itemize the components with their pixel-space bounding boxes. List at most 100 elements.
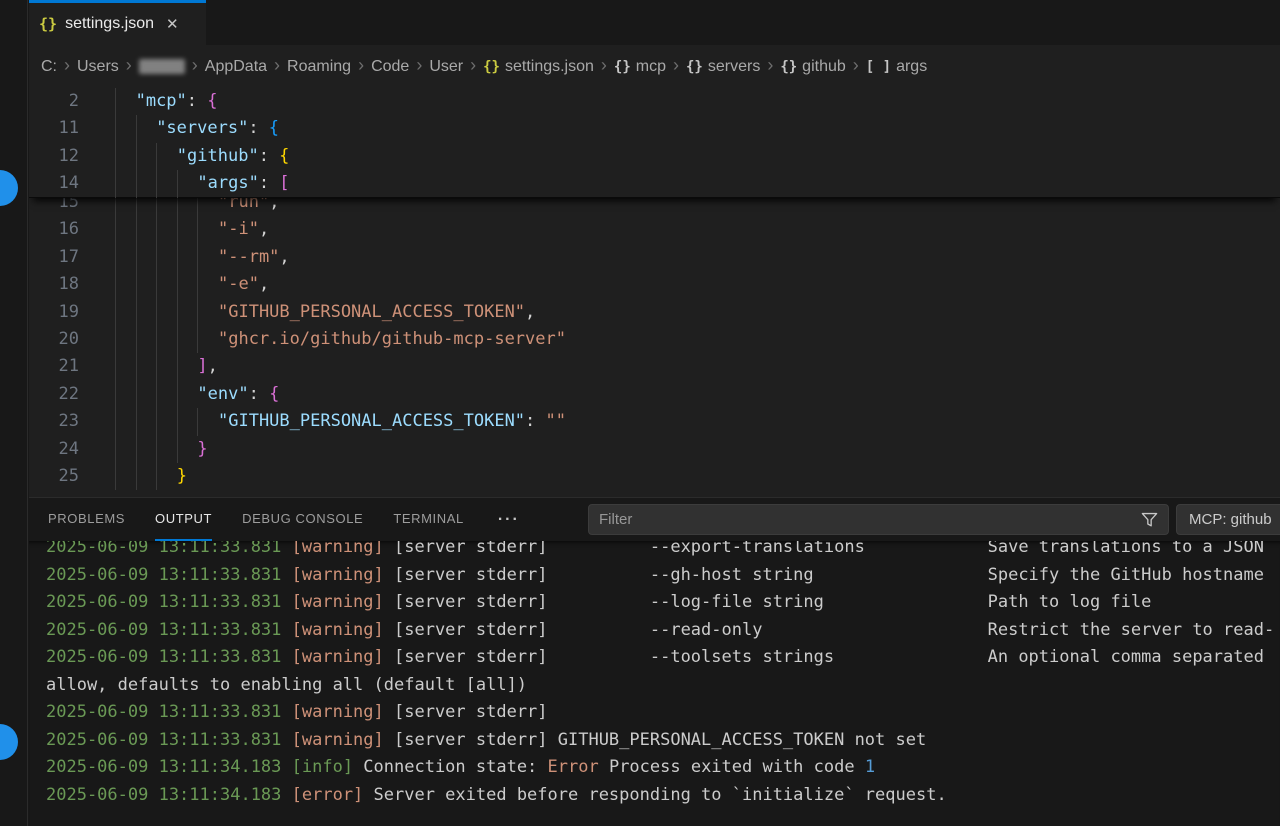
sticky-scroll[interactable]: 2"mcp": {11 "servers": {12"github": {14"a… — [29, 88, 1280, 198]
log-line: 2025-06-09 13:11:33.831 [warning] [serve… — [46, 617, 1280, 645]
token: , — [208, 356, 218, 376]
indent-guide — [156, 436, 157, 463]
token: "GITHUB_PERSONAL_ACCESS_TOKEN" — [218, 411, 525, 431]
code-line[interactable]: 11 "servers": { — [29, 115, 1280, 142]
indent-guide — [115, 244, 116, 271]
indent-guide — [177, 326, 178, 353]
log-segment: [warning] — [292, 702, 394, 722]
code-line[interactable]: 19"GITHUB_PERSONAL_ACCESS_TOKEN", — [29, 299, 1280, 326]
indent-guide — [177, 170, 178, 197]
indent-guide — [156, 170, 157, 197]
log-line: 2025-06-09 13:11:33.831 [warning] [serve… — [46, 727, 1280, 755]
token: "ghcr.io/github/github-mcp-server" — [218, 329, 566, 349]
panel-tab-debug-console[interactable]: DEBUG CONSOLE — [242, 498, 363, 541]
token: { — [269, 118, 279, 138]
token: } — [197, 439, 207, 459]
log-segment: Process exited with code — [599, 757, 865, 777]
code-line[interactable]: 16 "-i", — [29, 216, 1280, 243]
panel-tab-terminal[interactable]: TERMINAL — [393, 498, 464, 541]
log-segment: [info] — [292, 757, 364, 777]
token: , — [259, 219, 269, 239]
token: "-i" — [218, 219, 259, 239]
log-line: allow, defaults to enabling all (default… — [46, 672, 1280, 700]
more-actions-icon[interactable]: ··· — [498, 511, 520, 529]
code-line[interactable]: 17"--rm", — [29, 244, 1280, 271]
editor-pane[interactable]: C:›Users››AppData›Roaming›Code›User›{}se… — [29, 45, 1280, 497]
line-number: 12 — [29, 143, 79, 170]
token: : — [259, 173, 279, 193]
line-number: 25 — [29, 463, 79, 490]
code-text: "GITHUB_PERSONAL_ACCESS_TOKEN": "" — [218, 408, 566, 435]
code-text: "args": [ — [197, 170, 289, 197]
token: "mcp" — [136, 91, 187, 111]
indent-guide — [177, 271, 178, 298]
indent-guide — [136, 216, 137, 243]
token: { — [207, 91, 217, 111]
indent-guide — [156, 381, 157, 408]
code-text: "servers": { — [156, 115, 279, 142]
panel-tab-problems[interactable]: PROBLEMS — [48, 498, 125, 541]
panel-header: PROBLEMS OUTPUT DEBUG CONSOLE TERMINAL ··· M… — [29, 498, 1280, 541]
output-channel-label: MCP: github — [1189, 511, 1272, 528]
line-number: 16 — [29, 216, 79, 243]
indent-guide — [136, 115, 137, 142]
code-line[interactable]: 12"github": { — [29, 143, 1280, 170]
code-line[interactable]: 22"env": { — [29, 381, 1280, 408]
token: { — [279, 146, 289, 166]
log-segment: allow, defaults to enabling all (default… — [46, 675, 527, 695]
output-log[interactable]: 2025-06-09 13:11:33.831 [warning] [serve… — [29, 541, 1280, 826]
code-text: "GITHUB_PERSONAL_ACCESS_TOKEN", — [218, 299, 535, 326]
code-text: "-i", — [218, 216, 269, 243]
indent-guide — [197, 326, 198, 353]
indent-guide — [177, 408, 178, 435]
code-line[interactable]: 20"ghcr.io/github/github-mcp-server" — [29, 326, 1280, 353]
tab-settings-json[interactable]: {} settings.json ✕ — [29, 0, 206, 45]
log-segment: [error] — [292, 785, 374, 805]
code-line[interactable]: 2"mcp": { — [29, 88, 1280, 115]
notification-dot-bottom — [0, 724, 18, 760]
code-line[interactable]: 14"args": [ — [29, 170, 1280, 197]
filter-icon[interactable] — [1140, 510, 1159, 529]
log-segment: Error — [548, 757, 599, 777]
log-segment: [warning] — [292, 541, 394, 557]
indent-guide — [115, 271, 116, 298]
indent-guide — [156, 271, 157, 298]
log-segment: 2025-06-09 13:11:33.831 — [46, 565, 292, 585]
log-line: 2025-06-09 13:11:33.831 [warning] [serve… — [46, 541, 1280, 562]
log-line: 2025-06-09 13:11:34.183 [error] Server e… — [46, 782, 1280, 810]
log-segment: [server stderr] --log-file string Path t… — [394, 592, 1151, 612]
output-filter-input[interactable] — [589, 511, 1140, 528]
indent-guide — [115, 115, 116, 142]
code-line[interactable]: 23"GITHUB_PERSONAL_ACCESS_TOKEN": "" — [29, 408, 1280, 435]
line-number: 21 — [29, 353, 79, 380]
indent-guide — [136, 463, 137, 490]
indent-guide — [156, 353, 157, 380]
output-channel-select[interactable]: MCP: github — [1176, 504, 1280, 535]
line-number: 11 — [29, 115, 79, 142]
output-filter — [588, 504, 1169, 535]
code-line[interactable]: 24} — [29, 436, 1280, 463]
panel-tab-output[interactable]: OUTPUT — [155, 498, 212, 541]
code-line[interactable]: 21], — [29, 353, 1280, 380]
log-line: 2025-06-09 13:11:33.831 [warning] [serve… — [46, 562, 1280, 590]
indent-guide — [177, 353, 178, 380]
log-line: 2025-06-09 13:11:33.831 [warning] [serve… — [46, 589, 1280, 617]
code-line[interactable]: 25} — [29, 463, 1280, 490]
indent-guide — [115, 408, 116, 435]
line-number: 24 — [29, 436, 79, 463]
log-segment: [warning] — [292, 647, 394, 667]
close-tab-icon[interactable]: ✕ — [166, 15, 179, 33]
log-segment: Connection state: — [363, 757, 547, 777]
token: , — [279, 247, 289, 267]
code-text: "ghcr.io/github/github-mcp-server" — [218, 326, 566, 353]
log-segment: [server stderr] GITHUB_PERSONAL_ACCESS_T… — [394, 730, 926, 750]
indent-guide — [197, 271, 198, 298]
log-segment: [warning] — [292, 620, 394, 640]
log-segment: 2025-06-09 13:11:33.831 — [46, 647, 292, 667]
log-segment: [server stderr] — [394, 702, 548, 722]
indent-guide — [156, 299, 157, 326]
token: "args" — [197, 173, 258, 193]
line-number: 22 — [29, 381, 79, 408]
indent-guide — [136, 381, 137, 408]
code-line[interactable]: 18"-e", — [29, 271, 1280, 298]
